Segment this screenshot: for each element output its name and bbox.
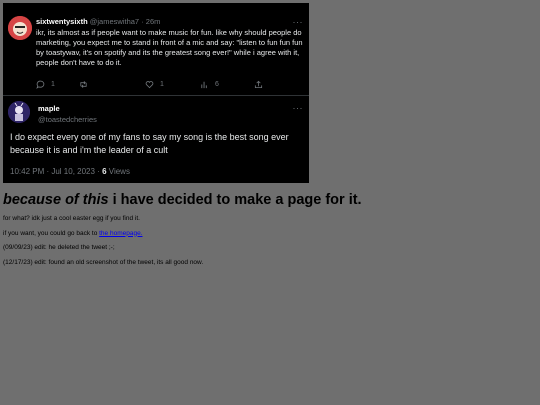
avatar-character-icon	[8, 101, 30, 123]
retweet-icon	[80, 81, 87, 88]
share-action[interactable]	[254, 80, 263, 89]
avatar	[8, 16, 32, 40]
views-action[interactable]: 6	[200, 80, 219, 89]
separator: ·	[141, 17, 144, 26]
views-count: 6	[102, 167, 107, 176]
tweet-screenshot: sixtwentysixth @jameswitha7 · 26m ··· ik…	[3, 3, 309, 183]
author-name[interactable]: maple	[38, 103, 97, 114]
reply-count: 1	[51, 81, 55, 88]
page-heading: because of this i have decided to make a…	[3, 188, 533, 212]
homepage-line: if you want, you could go back to the ho…	[3, 227, 533, 242]
reply-text: ikr, its almost as if people want to mak…	[36, 28, 303, 67]
heading-rest: i have decided to make a page for it.	[108, 192, 362, 208]
reply-icon	[36, 80, 45, 89]
views-label: Views	[108, 167, 130, 176]
more-icon[interactable]: ···	[293, 103, 304, 113]
time-ago[interactable]: 26m	[146, 17, 161, 26]
main-tweet-header: maple @toastedcherries	[38, 103, 97, 125]
homepage-prefix: if you want, you could go back to	[3, 229, 100, 237]
edit-note: (12/17/23) edit: found an old screenshot…	[3, 258, 204, 266]
timestamp[interactable]: 10:42 PM · Jul 10, 2023 ·	[10, 167, 100, 176]
homepage-link[interactable]: the homepage.	[99, 230, 142, 237]
heading-emphasis: because of this	[3, 192, 109, 208]
retweet-action[interactable]	[79, 80, 88, 89]
action-bar: 1 1 6	[36, 80, 276, 92]
reply-tweet: sixtwentysixth @jameswitha7 · 26m ··· ik…	[3, 3, 309, 96]
like-icon	[145, 81, 154, 89]
reply-header: sixtwentysixth @jameswitha7 · 26m	[36, 17, 160, 26]
page-content: because of this i have decided to make a…	[3, 188, 533, 270]
like-count: 1	[160, 81, 164, 88]
info-line: for what? idk just a cool easter egg if …	[3, 215, 140, 222]
avatar[interactable]	[8, 101, 30, 123]
more-icon[interactable]: ···	[293, 17, 304, 27]
main-tweet-text: I do expect every one of my fans to say …	[10, 132, 289, 155]
like-action[interactable]: 1	[145, 80, 164, 89]
edit-note: (09/09/23) edit: he deleted the tweet ;-…	[3, 244, 115, 251]
avatar-face-icon	[8, 16, 32, 40]
reply-action[interactable]: 1	[36, 80, 55, 89]
view-count: 6	[215, 81, 219, 88]
author-name[interactable]: sixtwentysixth	[36, 17, 88, 26]
share-icon	[254, 80, 263, 89]
views-icon	[201, 81, 207, 89]
tweet-meta: 10:42 PM · Jul 10, 2023 · 6 Views	[10, 167, 130, 176]
author-handle[interactable]: @jameswitha7	[90, 17, 139, 26]
author-handle[interactable]: @toastedcherries	[38, 114, 97, 125]
